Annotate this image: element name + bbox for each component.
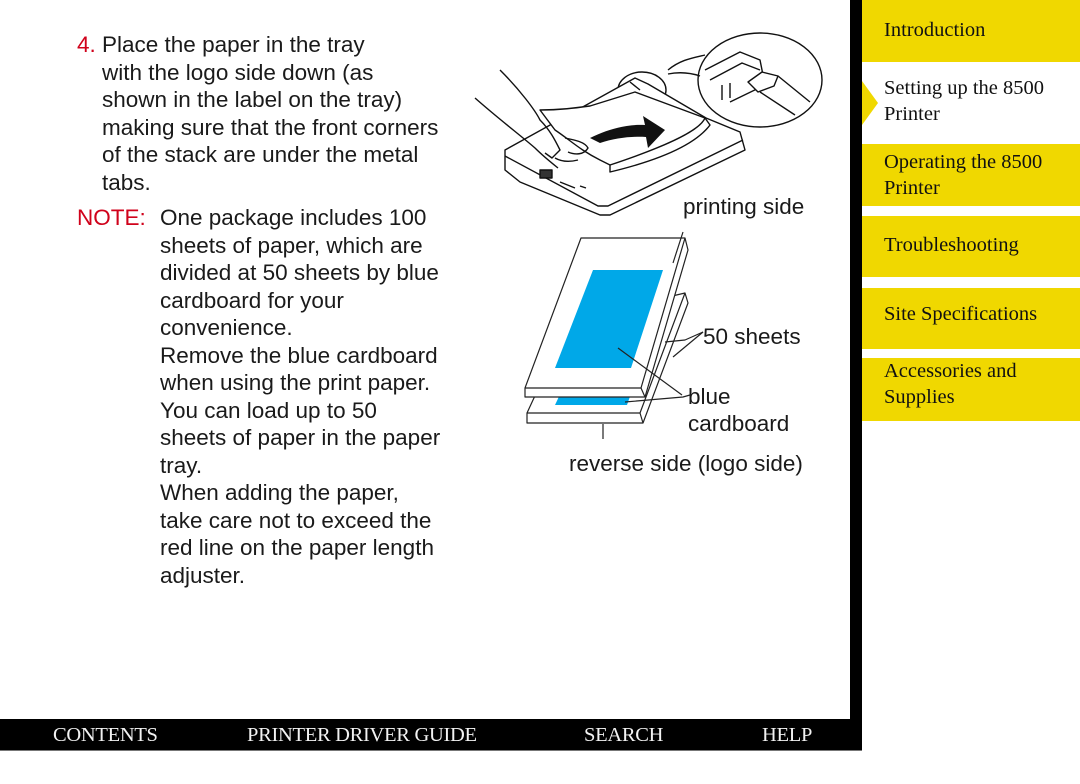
step-line: Place the paper in the tray: [102, 32, 365, 57]
step-number: 4.: [77, 32, 96, 57]
cardboard-label: cardboard: [688, 411, 790, 436]
note-line: red line on the paper length: [160, 535, 434, 560]
note-line: Remove the blue cardboard: [160, 342, 438, 368]
sidebar-item-label: Site Specifications: [884, 303, 1038, 325]
step-line: shown in the label on the tray): [102, 87, 403, 112]
note-line: take care not to exceed the: [160, 507, 432, 533]
sidebar-item-setting-up[interactable]: Setting up the 8500 Printer: [862, 62, 1080, 144]
note-line: When adding the paper,: [160, 480, 399, 505]
note-line: cardboard for your: [160, 287, 344, 313]
help-link[interactable]: HELP: [762, 723, 812, 747]
paper-stack-diagram: [524, 231, 704, 439]
sidebar-item-label: Introduction: [884, 19, 986, 41]
note-line: convenience.: [160, 315, 293, 340]
step-line: tabs.: [102, 169, 151, 195]
step-line: of the stack are under the metal: [102, 142, 419, 167]
note-line: tray.: [160, 452, 203, 478]
sidebar-item-label: Troubleshooting: [884, 234, 1019, 256]
sidebar-item-label: Printer: [884, 103, 940, 125]
sidebar-item-operating[interactable]: Operating the 8500 Printer: [862, 144, 1080, 206]
note-line: when using the print paper.: [160, 370, 431, 395]
step-line: making sure that the front corners: [102, 114, 439, 140]
note-line: You can load up to 50: [160, 397, 377, 423]
blue-label: blue: [688, 384, 731, 409]
note-label: NOTE:: [77, 205, 146, 230]
note-line: divided at 50 sheets by blue: [160, 260, 439, 285]
printer-driver-guide-link[interactable]: PRINTER DRIVER GUIDE: [247, 723, 477, 747]
step-text: Place the paper in the tray with the log…: [102, 31, 482, 196]
sidebar-item-label: Accessories and: [884, 360, 1017, 382]
search-link[interactable]: SEARCH: [584, 723, 663, 747]
contents-link[interactable]: CONTENTS: [53, 723, 158, 747]
bottom-navigation-bar: CONTENTS PRINTER DRIVER GUIDE SEARCH HEL…: [0, 719, 862, 751]
sidebar-item-label: Printer: [884, 177, 940, 199]
note-line: sheets of paper, which are: [160, 232, 423, 258]
note-text: One package includes 100 sheets of paper…: [160, 204, 480, 589]
sidebar-item-introduction[interactable]: Introduction: [862, 0, 1080, 62]
sidebar-item-site-specifications[interactable]: Site Specifications: [862, 288, 1080, 349]
step-line: with the logo side down (as: [102, 59, 374, 85]
paper-tray-illustration: [474, 32, 823, 216]
note-line: One package includes 100: [160, 205, 427, 230]
active-indicator-arrow-icon: [862, 81, 878, 125]
sidebar-item-label: Supplies: [884, 386, 955, 408]
sidebar-item-accessories[interactable]: Accessories and Supplies: [862, 358, 1080, 421]
reverse-side-label: reverse side (logo side): [569, 451, 803, 476]
sidebar-item-label: Operating the 8500: [884, 151, 1043, 173]
fifty-sheets-label: 50 sheets: [703, 324, 801, 349]
sidebar-item-label: Setting up the 8500: [884, 77, 1045, 99]
printing-side-label: printing side: [683, 194, 805, 219]
note-line: sheets of paper in the paper: [160, 425, 441, 450]
sidebar-item-troubleshooting[interactable]: Troubleshooting: [862, 216, 1080, 277]
page-frame-divider: [850, 0, 862, 750]
note-line: adjuster.: [160, 562, 246, 588]
